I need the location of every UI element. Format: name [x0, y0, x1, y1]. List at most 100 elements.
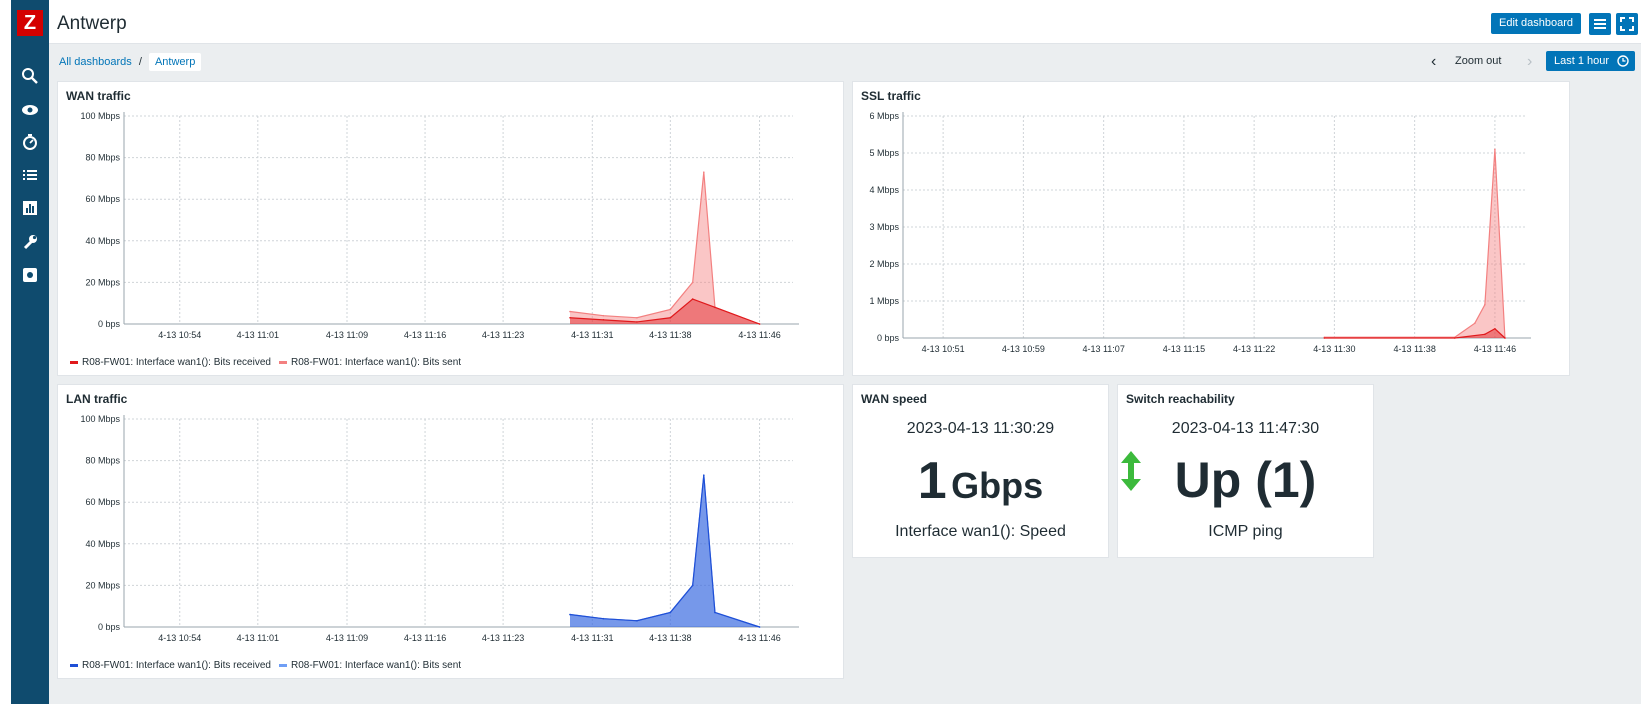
data-point	[1484, 303, 1486, 306]
data-point	[1504, 337, 1506, 339]
data-point	[1484, 333, 1486, 336]
time-range-button[interactable]: Last 1 hour	[1546, 51, 1635, 71]
data-point	[691, 281, 694, 284]
wan-traffic-widget: WAN traffic 0 bps 20 Mbps 40 Mbps 60 Mbps 80…	[57, 81, 844, 376]
zabbix-logo[interactable]: Z	[17, 10, 43, 36]
data-point	[669, 611, 672, 614]
chevron-left-icon[interactable]: ‹	[1431, 53, 1436, 71]
x-tick-label: 4-13 11:22	[1233, 344, 1275, 354]
x-tick-label: 4-13 11:30	[1313, 344, 1355, 354]
kiosk-mode-button[interactable]	[1616, 13, 1638, 35]
data-point	[714, 611, 716, 614]
legend-item: R08-FW01: Interface wan1(): Bits sent	[278, 660, 462, 671]
ssl-traffic-widget: SSL traffic 0 bps 1 Mbps 2 Mbps 3 Mbps 4 Mbp…	[852, 81, 1570, 376]
switch-reachability-widget: Switch reachability 2023-04-13 11:47:30 …	[1117, 384, 1374, 558]
edit-dashboard-button[interactable]: Edit dashboard	[1491, 13, 1581, 34]
y-tick-label: 100 Mbps	[80, 414, 120, 424]
x-tick-label: 4-13 11:46	[738, 330, 780, 340]
data-point	[1474, 322, 1476, 324]
value-units: Gbps	[951, 465, 1044, 506]
legend-swatch	[70, 360, 78, 364]
page-title: Antwerp	[57, 13, 127, 34]
x-tick-label: 4-13 11:31	[571, 330, 613, 340]
legend-label: R08-FW01: Interface wan1(): Bits sent	[290, 660, 462, 671]
value-number: 1	[917, 452, 947, 510]
legend-label: R08-FW01: Interface wan1(): Bits receive…	[82, 357, 271, 368]
y-tick-label: 20 Mbps	[85, 277, 120, 287]
item-description: ICMP ping	[1208, 523, 1283, 540]
zoom-out-button[interactable]: Zoom out	[1455, 55, 1501, 67]
legend-item: R08-FW01: Interface wan1(): Bits receive…	[70, 660, 271, 671]
data-point	[703, 474, 705, 476]
y-tick-label: 5 Mbps	[869, 148, 899, 158]
x-tick-label: 4-13 11:38	[649, 330, 691, 340]
y-tick-label: 4 Mbps	[869, 185, 899, 195]
hamburger-icon	[1594, 19, 1606, 29]
reports-icon[interactable]	[20, 198, 40, 218]
y-tick-label: 80 Mbps	[85, 456, 120, 466]
y-tick-label: 80 Mbps	[85, 153, 120, 163]
lan-traffic-chart: 0 bps 20 Mbps 40 Mbps 60 Mbps 80 Mbps 100 Mbp…	[80, 414, 799, 643]
breadcrumb-current[interactable]: Antwerp	[148, 53, 202, 71]
legend-label: R08-FW01: Interface wan1(): Bits receive…	[82, 660, 271, 671]
data-point	[636, 316, 638, 319]
item-value: 1 Gbps	[853, 451, 1108, 511]
series-area	[570, 172, 760, 324]
x-tick-label: 4-13 11:16	[404, 330, 446, 340]
data-point	[669, 308, 672, 311]
legend-label: R08-FW01: Interface wan1(): Bits sent	[290, 357, 462, 368]
data-point	[636, 321, 638, 323]
wrench-icon[interactable]	[20, 232, 40, 252]
series-line	[569, 475, 760, 628]
y-tick-label: 0 bps	[98, 622, 121, 632]
search-icon[interactable]	[20, 66, 40, 86]
data-point	[758, 626, 761, 628]
admin-icon[interactable]	[20, 265, 40, 285]
breadcrumb-all-dashboards[interactable]: All dashboards	[59, 53, 132, 71]
dashboard-area: All dashboards / Antwerp ‹ Zoom out › La…	[49, 44, 1641, 704]
chart-legend: R08-FW01: Interface wan1(): Bits receive…	[70, 357, 469, 368]
lan-traffic-widget: LAN traffic 0 bps 20 Mbps 40 Mbps 60 Mbps 80…	[57, 384, 844, 679]
y-tick-label: 3 Mbps	[869, 222, 899, 232]
y-tick-label: 20 Mbps	[85, 580, 120, 590]
x-tick-label: 4-13 11:38	[1393, 344, 1435, 354]
menu-button[interactable]	[1589, 13, 1611, 35]
x-tick-label: 4-13 10:54	[158, 633, 201, 643]
legend-item: R08-FW01: Interface wan1(): Bits receive…	[70, 357, 271, 368]
data-point	[602, 617, 605, 620]
chart-legend: R08-FW01: Interface wan1(): Bits receive…	[70, 660, 469, 671]
item-time: 2023-04-13 11:47:30	[1171, 420, 1320, 437]
breadcrumb-separator: /	[138, 56, 142, 68]
item-value: Up (1)	[1118, 451, 1373, 509]
chevron-right-icon[interactable]: ›	[1527, 53, 1532, 71]
x-tick-label: 4-13 11:23	[482, 633, 524, 643]
x-tick-label: 4-13 11:07	[1082, 344, 1124, 354]
data-point	[758, 323, 761, 325]
x-tick-label: 4-13 10:59	[1002, 344, 1045, 354]
ssl-traffic-chart: 0 bps 1 Mbps 2 Mbps 3 Mbps 4 Mbps 5 Mbps 6 Mbp…	[869, 111, 1531, 354]
data-point	[691, 584, 694, 587]
item-description: Interface wan1(): Speed	[895, 523, 1066, 540]
y-tick-label: 6 Mbps	[869, 111, 899, 121]
x-tick-label: 4-13 11:46	[1474, 344, 1516, 354]
y-tick-label: 0 bps	[98, 319, 121, 329]
data-point	[703, 171, 705, 173]
fullscreen-icon	[1620, 17, 1634, 31]
data-point	[669, 316, 672, 319]
header-bar: Antwerp Edit dashboard	[49, 0, 1641, 44]
y-tick-label: 40 Mbps	[85, 236, 120, 246]
series-line	[569, 172, 760, 325]
stopwatch-icon[interactable]	[20, 132, 40, 152]
eye-icon[interactable]	[20, 100, 40, 120]
wan-traffic-chart: 0 bps 20 Mbps 40 Mbps 60 Mbps 80 Mbps 100 Mbp…	[80, 111, 799, 340]
data-point	[569, 613, 571, 616]
x-tick-label: 4-13 11:38	[649, 633, 691, 643]
breadcrumb: All dashboards / Antwerp	[59, 53, 202, 71]
data-point	[1494, 327, 1496, 330]
data-point	[1494, 148, 1496, 151]
y-tick-label: 40 Mbps	[85, 539, 120, 549]
y-tick-label: 60 Mbps	[85, 497, 120, 507]
y-tick-label: 60 Mbps	[85, 194, 120, 204]
list-icon[interactable]	[20, 165, 40, 185]
data-point	[714, 306, 716, 309]
